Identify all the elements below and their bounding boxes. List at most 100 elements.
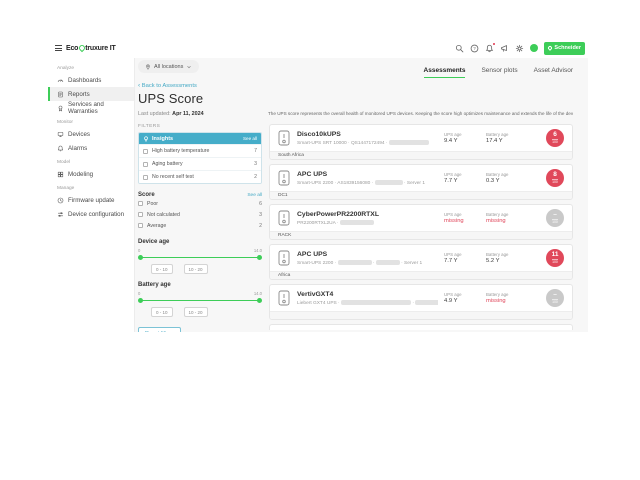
- sidebar-item-alarms[interactable]: Alarms: [48, 141, 134, 155]
- ups-icon: [278, 250, 291, 266]
- location-selector[interactable]: All locations: [138, 60, 199, 73]
- device-card[interactable]: Disco10kUPSSmart-UPS SRT 10000 · QS14471…: [269, 124, 573, 160]
- notifications-icon[interactable]: [485, 44, 494, 53]
- ups-icon: [278, 170, 291, 186]
- score-denominator: 100: [552, 139, 558, 144]
- device-location: DC1: [270, 191, 572, 199]
- age-value: 7.7 Y: [444, 178, 480, 184]
- ups-age-column: UPS agemissing: [444, 212, 480, 225]
- device-subtitle: Liebert GXT4 UPS · ·: [297, 300, 438, 306]
- help-icon[interactable]: ?: [470, 44, 479, 53]
- device-location: RACK: [270, 231, 572, 239]
- sidebar: AnalyzeDashboardsReportsServices and War…: [48, 58, 135, 332]
- logo-prefix: Eco: [66, 45, 78, 52]
- sidebar-item-dashboards[interactable]: Dashboards: [48, 73, 134, 87]
- page: Ecotruxure IT ? Schneider AnalyzeDashboa…: [0, 0, 640, 480]
- user-avatar[interactable]: [530, 44, 538, 52]
- age-value: 9.4 Y: [444, 138, 480, 144]
- checkbox[interactable]: [143, 175, 148, 180]
- filter-count: 2: [259, 223, 262, 229]
- age-label: Battery age: [486, 252, 540, 257]
- sidebar-item-modeling[interactable]: Modeling: [48, 167, 134, 181]
- checkbox[interactable]: [143, 162, 148, 167]
- age-value: 0.3 Y: [486, 178, 540, 184]
- insights-header[interactable]: Insights See all: [139, 133, 261, 144]
- device-list: Disco10kUPSSmart-UPS SRT 10000 · QS14471…: [269, 124, 573, 332]
- device-location: South Africa: [270, 151, 572, 159]
- device-card[interactable]: CyberPowerPR2200RTXLPR2200RTXL2UA · UPS …: [269, 204, 573, 240]
- battery-age-slider[interactable]: 0 14.0: [138, 291, 262, 304]
- sidebar-item-reports[interactable]: Reports: [48, 87, 134, 101]
- battery-age-track: [138, 297, 262, 304]
- checkbox[interactable]: [138, 223, 143, 228]
- settings-icon[interactable]: [515, 44, 524, 53]
- battery-age-min-label: 0: [138, 291, 140, 296]
- score-see-all-link[interactable]: See all: [247, 193, 262, 198]
- sidebar-item-firmware-update[interactable]: Firmware update: [48, 193, 134, 207]
- filter-row-aging-battery[interactable]: Aging battery3: [139, 157, 261, 170]
- filter-count: 3: [254, 161, 257, 167]
- age-label: Battery age: [486, 172, 540, 177]
- sidebar-item-label: Firmware update: [68, 197, 114, 204]
- filter-row-no-recent-self-test[interactable]: No recent self test2: [139, 170, 261, 183]
- checkbox[interactable]: [138, 212, 143, 217]
- header-icon-group: ?: [455, 44, 538, 53]
- back-link[interactable]: ‹ Back to Assessments: [138, 82, 573, 89]
- content-row: FILTERS Insights See all High battery te…: [138, 124, 573, 332]
- filter-count: 7: [254, 148, 257, 154]
- filter-row-average[interactable]: Average 2: [138, 220, 262, 231]
- battery-age-handle-min[interactable]: [138, 298, 143, 303]
- insights-see-all-link[interactable]: See all: [243, 136, 257, 141]
- age-label: UPS age: [444, 252, 480, 257]
- last-updated: Last updated: Apr 11, 2024: [138, 111, 268, 117]
- device-location: [270, 311, 572, 319]
- tab-sensor-plots[interactable]: Sensor plots: [481, 67, 517, 78]
- device-age-handle-min[interactable]: [138, 255, 143, 260]
- schneider-logo[interactable]: Schneider: [544, 42, 585, 55]
- age-range-chip[interactable]: 0 - 10: [151, 264, 173, 274]
- device-age-ranges: 0 - 10 10 - 20: [151, 264, 262, 274]
- age-value: missing: [486, 298, 540, 304]
- ecostruxure-logo: Ecotruxure IT: [66, 45, 116, 52]
- checkbox[interactable]: [138, 201, 143, 206]
- score-denominator: 100: [552, 219, 558, 224]
- feedback-icon[interactable]: [500, 44, 509, 53]
- redacted-text: [415, 300, 438, 305]
- filter-row-not-calculated[interactable]: Not calculated3: [138, 209, 262, 220]
- filter-count: 2: [254, 174, 257, 180]
- filter-row-poor[interactable]: Poor6: [138, 198, 262, 209]
- search-icon[interactable]: [455, 44, 464, 53]
- age-range-chip[interactable]: 10 - 20: [184, 307, 208, 317]
- lightbulb-icon: [143, 136, 149, 142]
- age-value: missing: [444, 218, 480, 224]
- filter-label: Average: [147, 223, 255, 229]
- sidebar-item-services-and-warranties[interactable]: Services and Warranties: [48, 101, 134, 115]
- redacted-text: [340, 220, 374, 225]
- device-card[interactable]: VertivGXT4Liebert GXT4 UPS · · UPS age4.…: [269, 284, 573, 320]
- tab-assessments[interactable]: Assessments: [424, 67, 466, 78]
- filter-row-high-battery-temperature[interactable]: High battery temperature7: [139, 144, 261, 157]
- age-label: UPS age: [444, 212, 480, 217]
- battery-age-handle-max[interactable]: [257, 298, 262, 303]
- tab-asset-advisor[interactable]: Asset Advisor: [534, 67, 573, 78]
- reset-filters-button[interactable]: Reset filters: [138, 327, 181, 332]
- device-age-handle-max[interactable]: [257, 255, 262, 260]
- sidebar-item-label: Services and Warranties: [68, 101, 134, 115]
- subtitle-text: Liebert GXT4 UPS ·: [297, 300, 341, 305]
- device-age-slider[interactable]: 0 14.0: [138, 248, 262, 261]
- subtitle-text: Smart-UPS 2200 · AS1839156080 ·: [297, 180, 375, 185]
- device-card[interactable]: APC UPSSmart-UPS 2200 · AS1839156080 · ·…: [269, 164, 573, 200]
- age-range-chip[interactable]: 0 - 10: [151, 307, 173, 317]
- age-label: Battery age: [486, 212, 540, 217]
- age-range-chip[interactable]: 10 - 20: [184, 264, 208, 274]
- sidebar-item-device-configuration[interactable]: Device configuration: [48, 207, 134, 221]
- battery-age-max-label: 14.0: [254, 291, 262, 296]
- age-label: UPS age: [444, 172, 480, 177]
- sidebar-item-devices[interactable]: Devices: [48, 127, 134, 141]
- device-age-max-label: 14.0: [254, 248, 262, 253]
- modeling-icon: [57, 171, 64, 178]
- menu-icon[interactable]: [55, 45, 62, 51]
- device-card[interactable]: APC UPSSmart-UPS 2200 · · · Server 1UPS …: [269, 244, 573, 280]
- subtitle-text: PR2200RTXL2UA ·: [297, 220, 340, 225]
- checkbox[interactable]: [143, 149, 148, 154]
